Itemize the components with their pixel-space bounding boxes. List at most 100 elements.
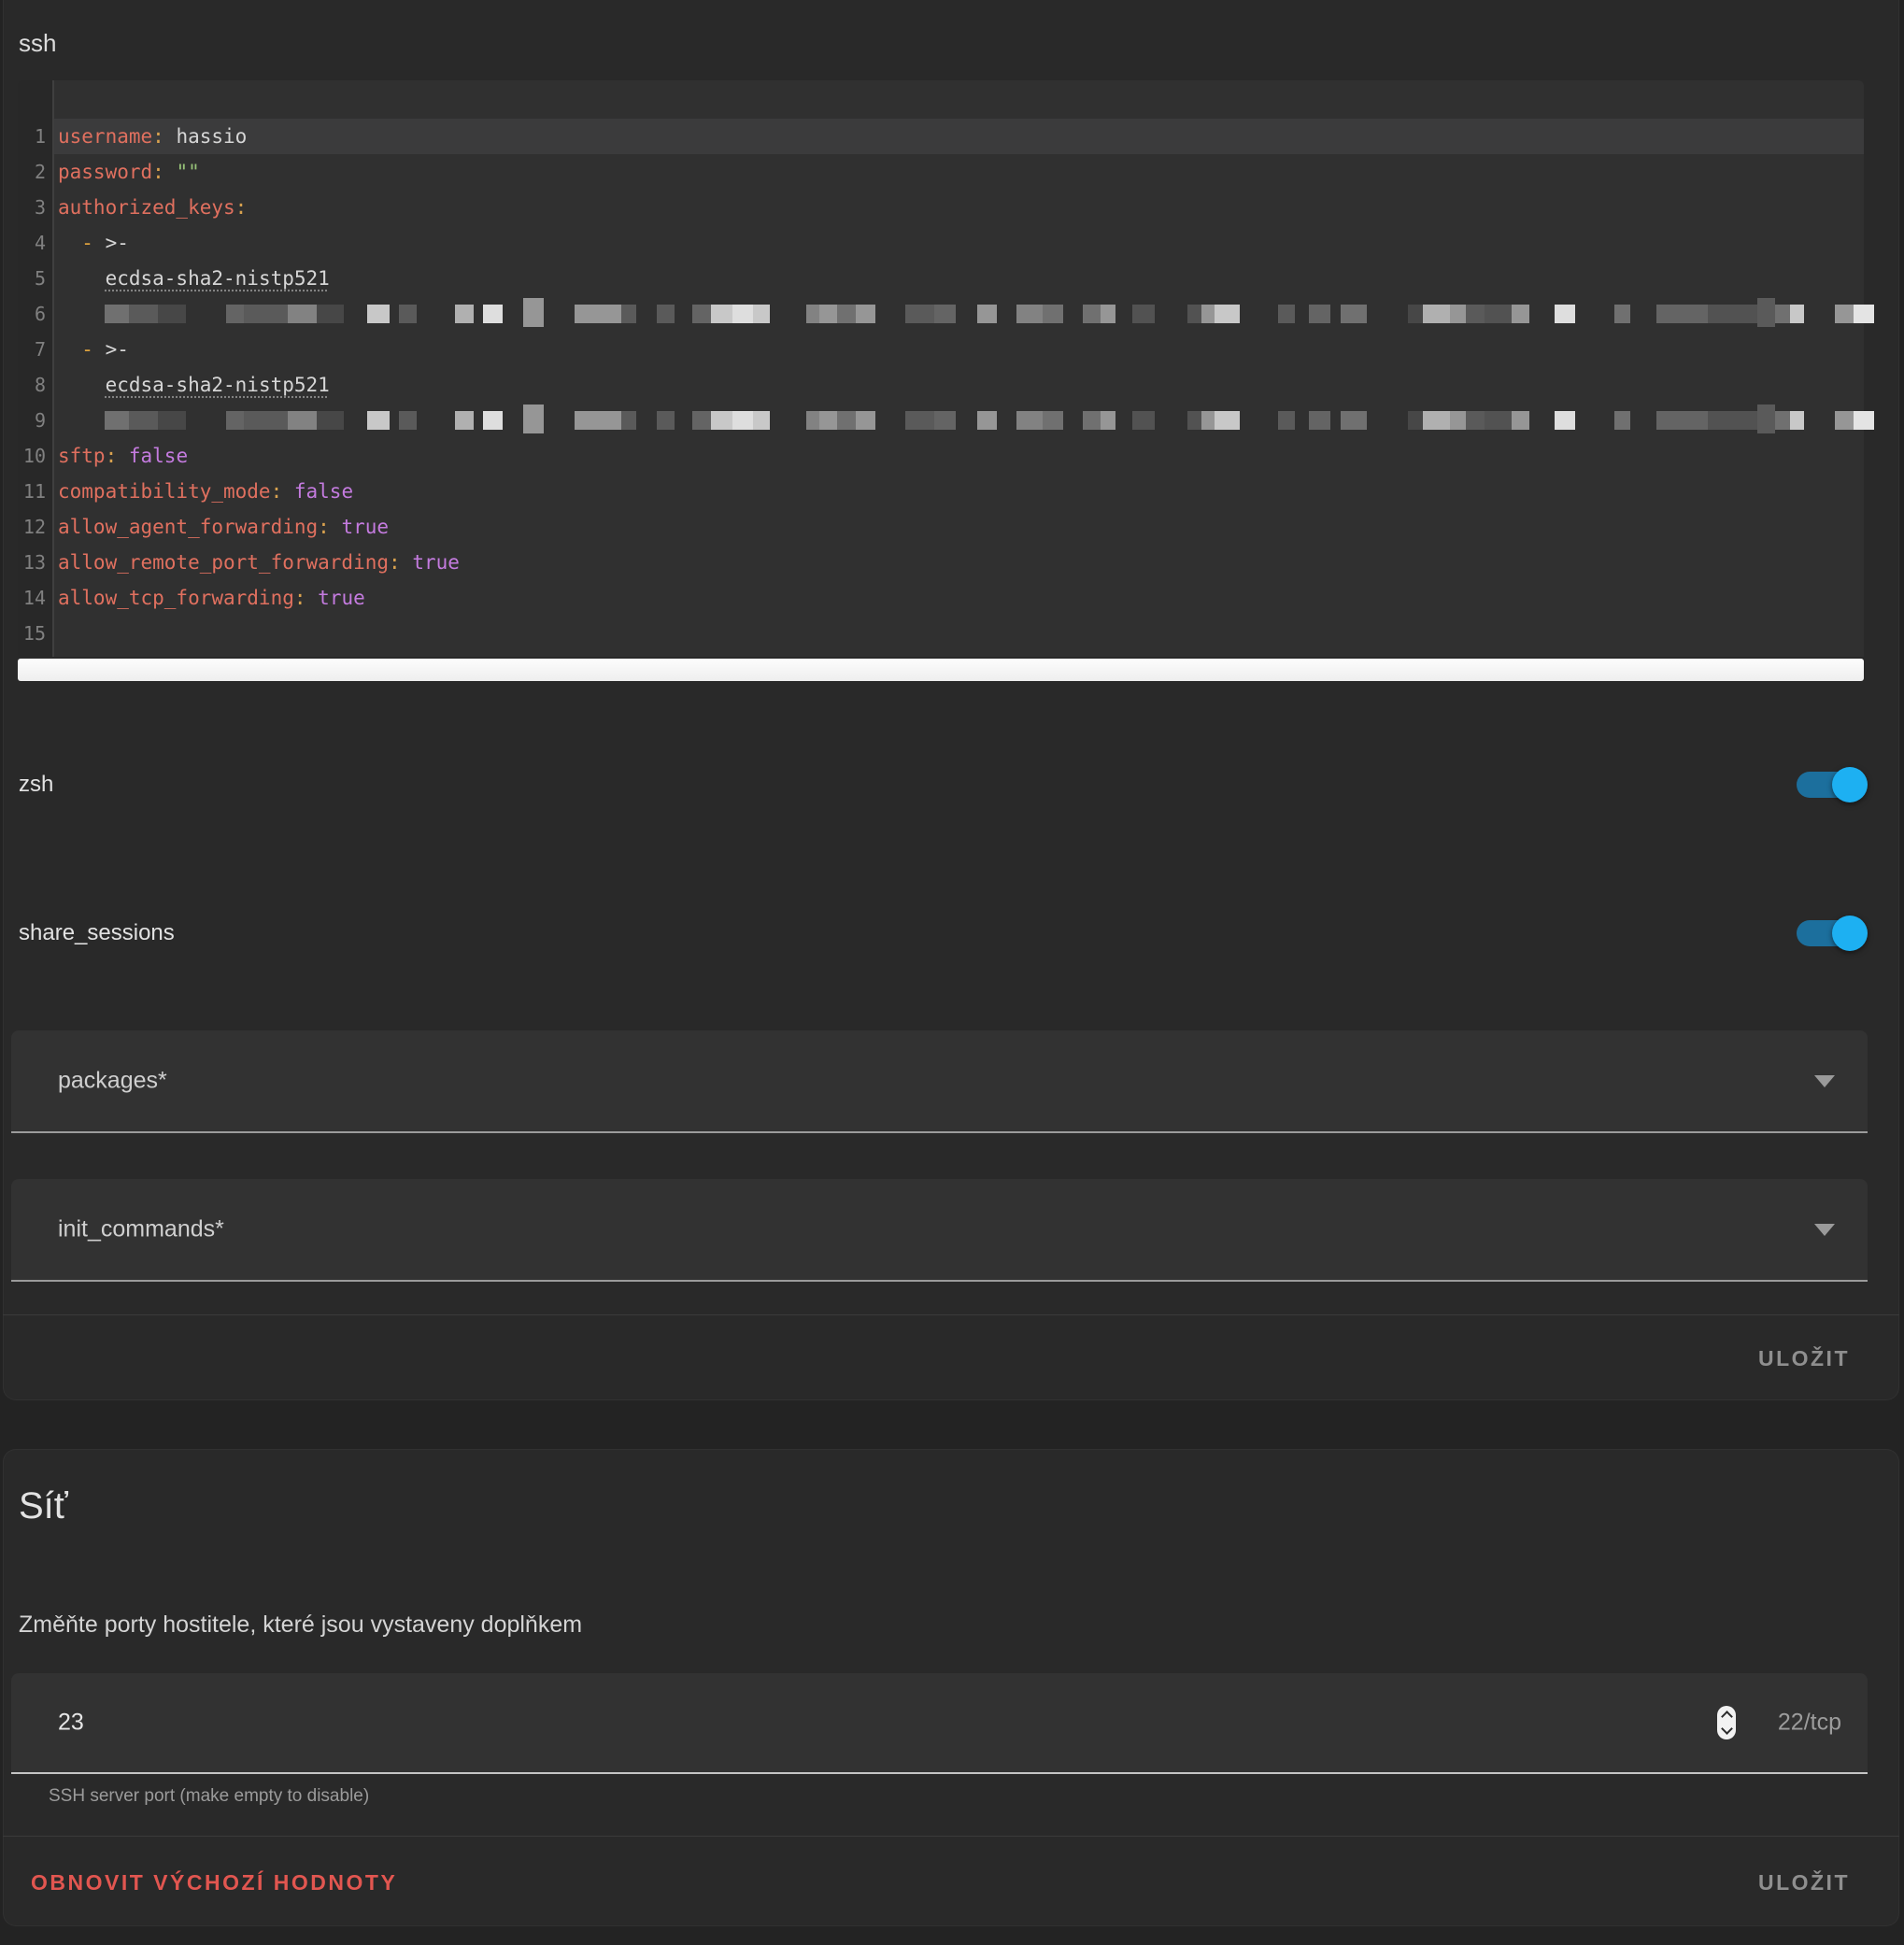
editor-line: 8 ecdsa-sha2-nistp521 xyxy=(18,367,1864,403)
toggle-thumb xyxy=(1832,916,1868,951)
zsh-label: zsh xyxy=(19,772,53,798)
editor-line: 11compatibility_mode: false xyxy=(18,474,1864,509)
redacted-key-block xyxy=(837,411,856,430)
redacted-key-block xyxy=(1555,411,1575,430)
redacted-key-block xyxy=(226,305,244,323)
redacted-key-block xyxy=(1775,411,1790,430)
code-text: allow_agent_forwarding: true xyxy=(58,509,389,545)
redacted-key-block xyxy=(1187,305,1201,323)
redacted-key-block xyxy=(269,411,288,430)
redacted-key-block xyxy=(711,305,732,323)
code-text: sftp: false xyxy=(58,438,188,474)
code-text: - >- xyxy=(58,332,129,367)
redacted-key-block xyxy=(977,411,997,430)
redacted-key-block xyxy=(806,411,819,430)
redacted-key-block xyxy=(1423,305,1450,323)
code-text: authorized_keys: xyxy=(58,190,247,225)
code-text: ecdsa-sha2-nistp521 xyxy=(58,261,330,296)
redacted-key-block xyxy=(732,305,753,323)
redacted-key-block xyxy=(692,411,711,430)
redacted-key-block xyxy=(600,305,621,323)
redacted-key-block xyxy=(399,411,417,430)
editor-horizontal-scrollbar[interactable] xyxy=(18,659,1864,681)
chevron-down-icon xyxy=(1814,1224,1835,1236)
ssh-port-input[interactable]: 23 22/tcp xyxy=(11,1673,1868,1774)
redacted-key-block xyxy=(575,305,600,323)
redacted-key-block xyxy=(367,305,390,323)
number-stepper[interactable] xyxy=(1717,1706,1736,1739)
redacted-key-block xyxy=(1731,411,1757,430)
redacted-key-block xyxy=(711,411,732,430)
packages-select-label: packages* xyxy=(58,1068,167,1095)
redacted-key-block xyxy=(158,305,186,323)
config-footer-divider xyxy=(3,1314,1899,1315)
editor-line-redacted-key: 6 xyxy=(18,296,1864,332)
redacted-key-block xyxy=(905,411,934,430)
share-sessions-label: share_sessions xyxy=(19,920,175,946)
reset-defaults-button[interactable]: OBNOVIT VÝCHOZÍ HODNOTY xyxy=(23,1865,405,1901)
chevron-down-icon xyxy=(1814,1075,1835,1087)
yaml-code-editor[interactable]: 1username: hassio2password: ""3authorize… xyxy=(18,80,1864,683)
init-commands-select[interactable]: init_commands* xyxy=(11,1179,1868,1282)
redacted-key-block xyxy=(288,411,317,430)
redacted-key-block xyxy=(1083,305,1101,323)
redacted-key-block xyxy=(1043,411,1063,430)
redacted-key-block xyxy=(753,411,770,430)
redacted-key-block xyxy=(856,411,875,430)
redacted-key-block xyxy=(129,305,158,323)
redacted-key-block xyxy=(621,411,636,430)
packages-select[interactable]: packages* xyxy=(11,1030,1868,1133)
line-number: 10 xyxy=(18,438,46,474)
redacted-key-block xyxy=(288,305,317,323)
redacted-key-block xyxy=(1757,405,1775,433)
redacted-key-block xyxy=(1790,411,1804,430)
redacted-key-block xyxy=(1757,298,1775,327)
redacted-key-block xyxy=(1683,305,1708,323)
network-save-button[interactable]: ULOŽIT xyxy=(1751,1865,1857,1901)
redacted-key-block xyxy=(1201,305,1215,323)
redacted-key-block xyxy=(1485,305,1512,323)
redacted-key-block xyxy=(1101,411,1115,430)
editor-line: 2password: "" xyxy=(18,154,1864,190)
config-save-button[interactable]: ULOŽIT xyxy=(1751,1341,1857,1377)
redacted-key-block xyxy=(1708,411,1731,430)
redacted-key-block xyxy=(244,305,269,323)
share-sessions-toggle[interactable] xyxy=(1797,915,1868,952)
redacted-key-block xyxy=(1423,411,1450,430)
redacted-key-block xyxy=(1485,411,1512,430)
redacted-key-block xyxy=(367,411,390,430)
redacted-key-block xyxy=(1614,305,1630,323)
line-number: 12 xyxy=(18,509,46,545)
redacted-key-block xyxy=(819,411,837,430)
redacted-key-block xyxy=(455,305,474,323)
stepper-up-icon xyxy=(1721,1711,1733,1723)
redacted-key-block xyxy=(523,405,544,433)
redacted-key-block xyxy=(856,305,875,323)
editor-line: 13allow_remote_port_forwarding: true xyxy=(18,545,1864,580)
redacted-key-block xyxy=(1450,411,1466,430)
redacted-key-block xyxy=(483,411,503,430)
editor-line: 7 - >- xyxy=(18,332,1864,367)
redacted-key-block xyxy=(1656,305,1683,323)
code-text: ecdsa-sha2-nistp521 xyxy=(58,367,330,403)
redacted-key-block xyxy=(806,305,819,323)
redacted-key-block xyxy=(1656,411,1683,430)
editor-line: 3authorized_keys: xyxy=(18,190,1864,225)
editor-line: 1username: hassio xyxy=(18,119,1864,154)
redacted-key-block xyxy=(1341,305,1367,323)
redacted-key-block xyxy=(1309,411,1330,430)
redacted-key-block xyxy=(226,411,244,430)
redacted-key-block xyxy=(129,411,158,430)
redacted-key-block xyxy=(158,411,186,430)
redacted-key-block xyxy=(1790,305,1804,323)
line-number: 4 xyxy=(18,225,46,261)
redacted-key-block xyxy=(575,411,600,430)
redacted-key-block xyxy=(819,305,837,323)
redacted-key-block xyxy=(600,411,621,430)
zsh-toggle[interactable] xyxy=(1797,766,1868,803)
redacted-key-block xyxy=(523,298,544,327)
redacted-key-block xyxy=(1278,305,1295,323)
ssh-option-label: ssh xyxy=(19,29,56,58)
editor-line: 4 - >- xyxy=(18,225,1864,261)
init-commands-select-label: init_commands* xyxy=(58,1216,224,1243)
